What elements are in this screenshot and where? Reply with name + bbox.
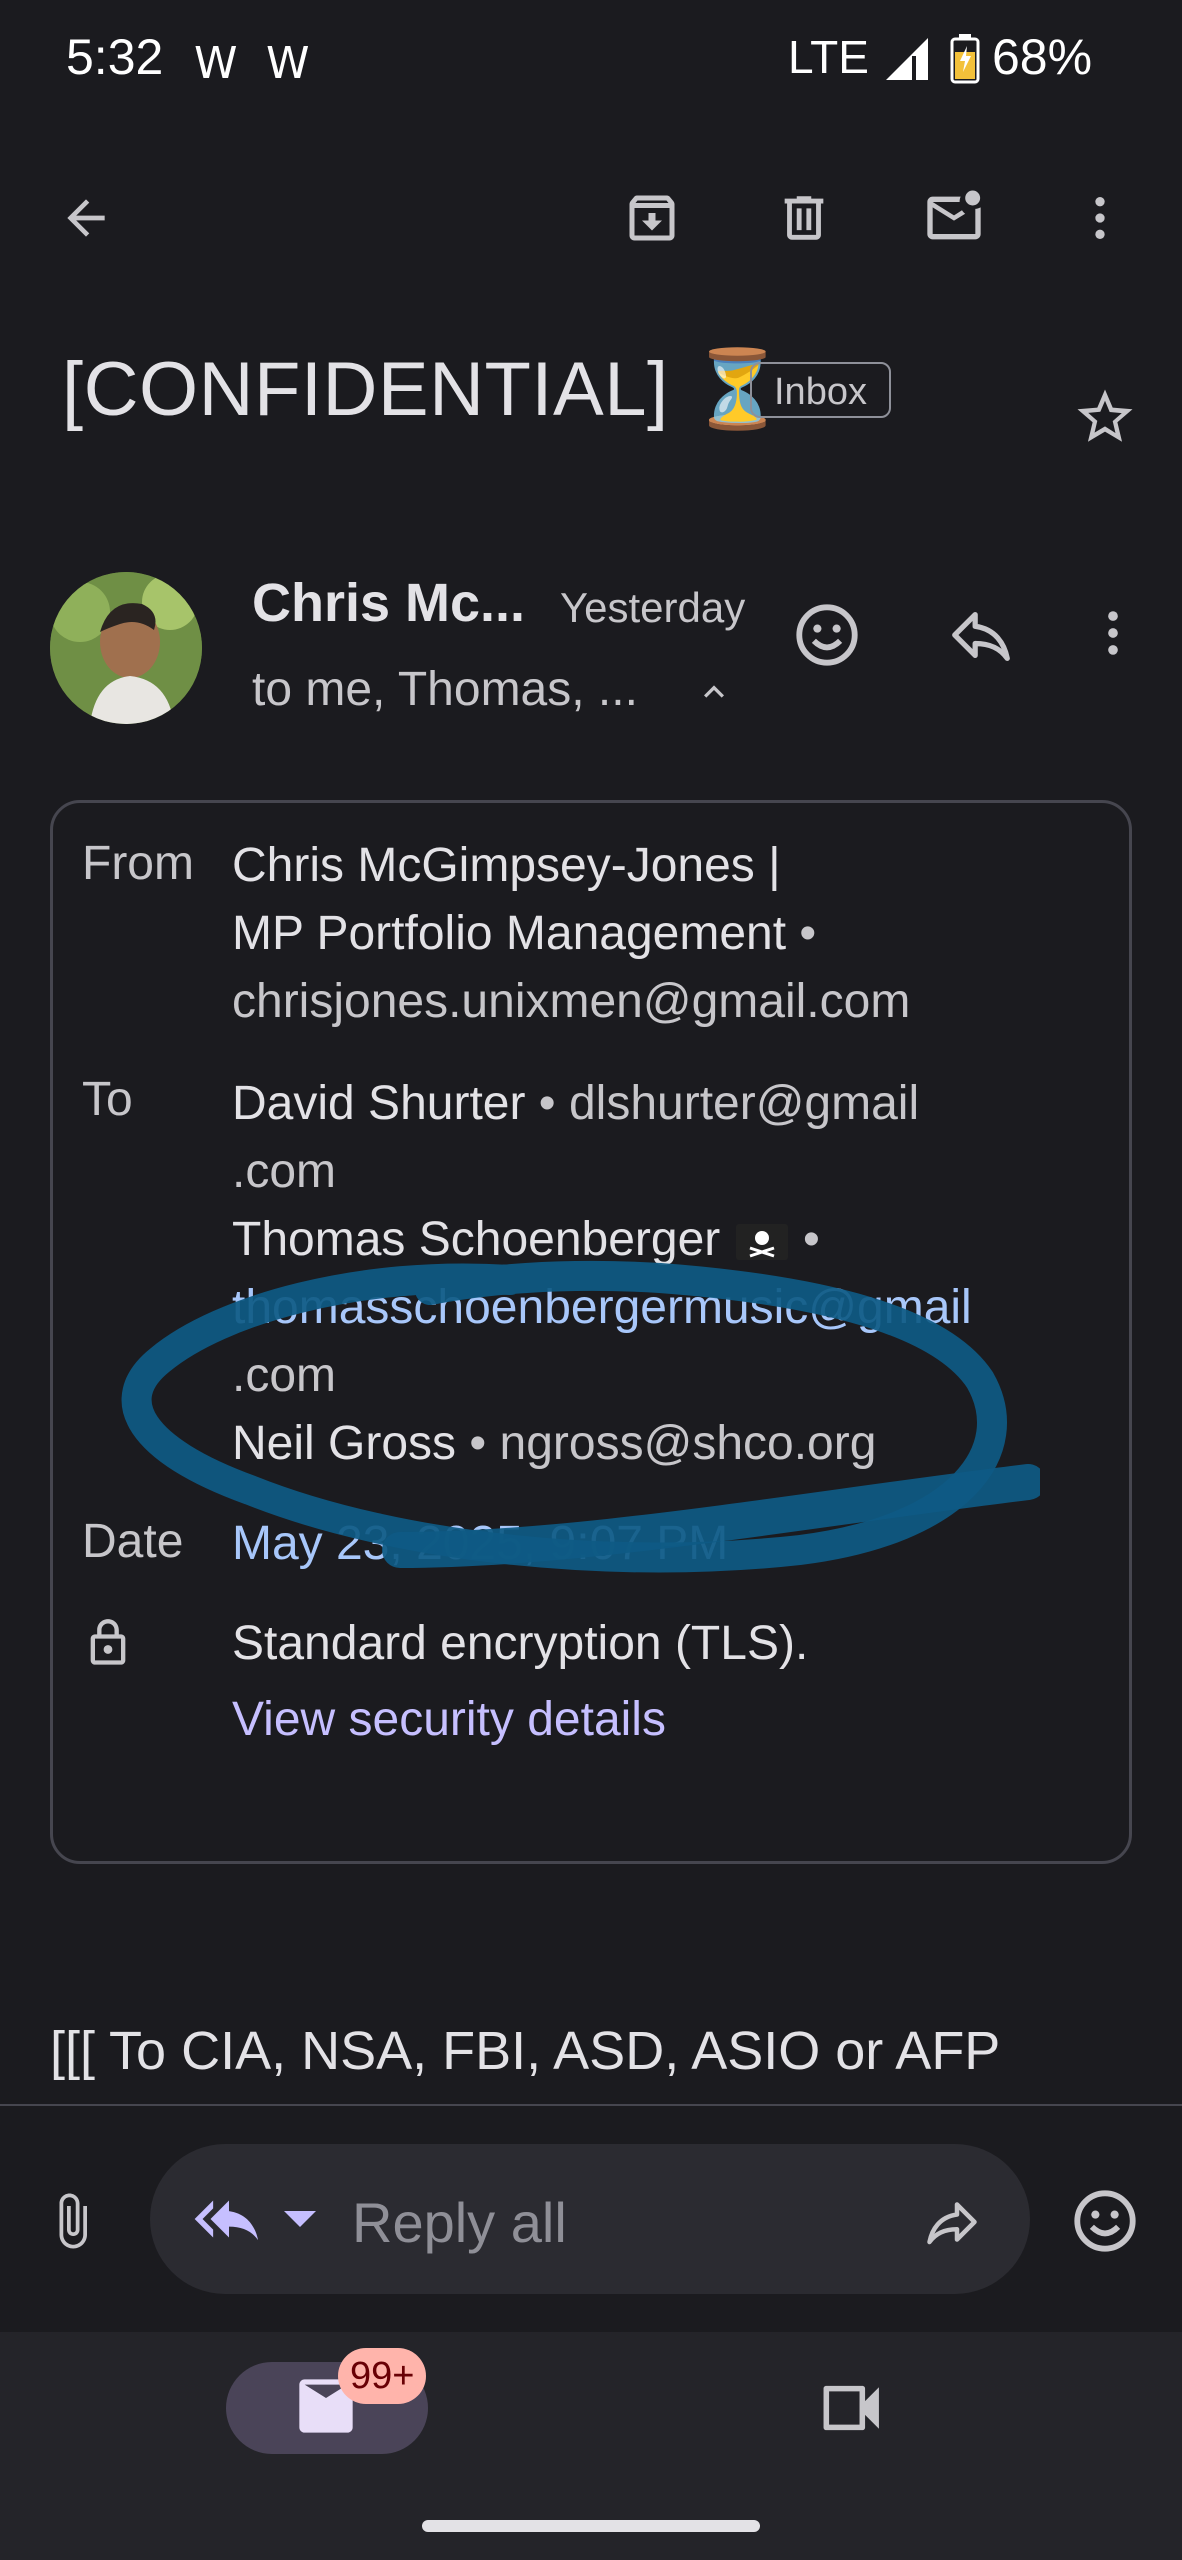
to-recipient-email[interactable]: dlshurter@gmail xyxy=(569,1077,919,1130)
recipients-summary[interactable]: to me, Thomas, ... xyxy=(252,662,638,717)
from-email[interactable]: chrisjones.unixmen@gmail.com xyxy=(232,968,910,1036)
to-recipient-email-cont[interactable]: .com xyxy=(232,1138,336,1206)
unread-badge: 99+ xyxy=(338,2348,427,2404)
star-icon[interactable] xyxy=(1072,384,1138,450)
sender-name[interactable]: Chris Mc... xyxy=(252,572,525,634)
status-time: 5:32 xyxy=(66,29,164,85)
more-vert-icon[interactable] xyxy=(1064,182,1136,254)
battery-icon xyxy=(950,34,980,84)
email-body-first-line: [[[ To CIA, NSA, FBI, ASD, ASIO or AFP xyxy=(50,2021,1001,2081)
message-more-icon[interactable] xyxy=(1084,604,1142,662)
scribble-annotation xyxy=(100,1250,1040,1610)
lock-icon xyxy=(82,1614,134,1672)
notification-w-icon: W xyxy=(266,38,310,89)
signal-icon xyxy=(884,36,930,82)
add-reaction-icon[interactable] xyxy=(792,600,862,670)
email-subject: [CONFIDENTIAL] ⏳ xyxy=(62,347,786,432)
reply-all-placeholder[interactable]: Reply all xyxy=(352,2190,567,2255)
sender-avatar[interactable] xyxy=(50,572,202,724)
email-time: Yesterday xyxy=(560,584,746,631)
archive-icon[interactable] xyxy=(616,182,688,254)
chevron-up-icon[interactable] xyxy=(694,672,734,712)
emoji-icon[interactable] xyxy=(1070,2186,1140,2256)
video-camera-icon[interactable] xyxy=(818,2378,890,2438)
to-recipient-1: David Shurter • dlshurter@gmail xyxy=(232,1077,920,1130)
dropdown-arrow-icon[interactable] xyxy=(280,2204,320,2234)
security-text: Standard encryption (TLS). xyxy=(232,1617,809,1670)
from-label: From xyxy=(82,837,194,890)
trash-icon[interactable] xyxy=(768,182,840,254)
back-arrow-icon[interactable] xyxy=(50,182,122,254)
attach-icon[interactable] xyxy=(42,2188,102,2254)
notification-w-icon: W xyxy=(194,38,238,89)
home-indicator[interactable] xyxy=(422,2520,760,2532)
mark-unread-icon[interactable] xyxy=(918,182,990,254)
inbox-label-chip[interactable]: Inbox xyxy=(750,362,891,418)
from-org: MP Portfolio Management • xyxy=(232,907,817,960)
reply-all-icon[interactable] xyxy=(192,2186,266,2252)
battery-percent: 68% xyxy=(992,29,1093,85)
to-label: To xyxy=(82,1073,133,1126)
reply-icon[interactable] xyxy=(946,600,1016,670)
network-type: LTE xyxy=(788,31,869,83)
forward-icon[interactable] xyxy=(920,2192,984,2252)
to-recipient-name: David Shurter xyxy=(232,1077,526,1130)
from-name: Chris McGimpsey-Jones | xyxy=(232,839,781,892)
view-security-details-link[interactable]: View security details xyxy=(232,1686,666,1754)
from-org-name: MP Portfolio Management xyxy=(232,907,787,960)
